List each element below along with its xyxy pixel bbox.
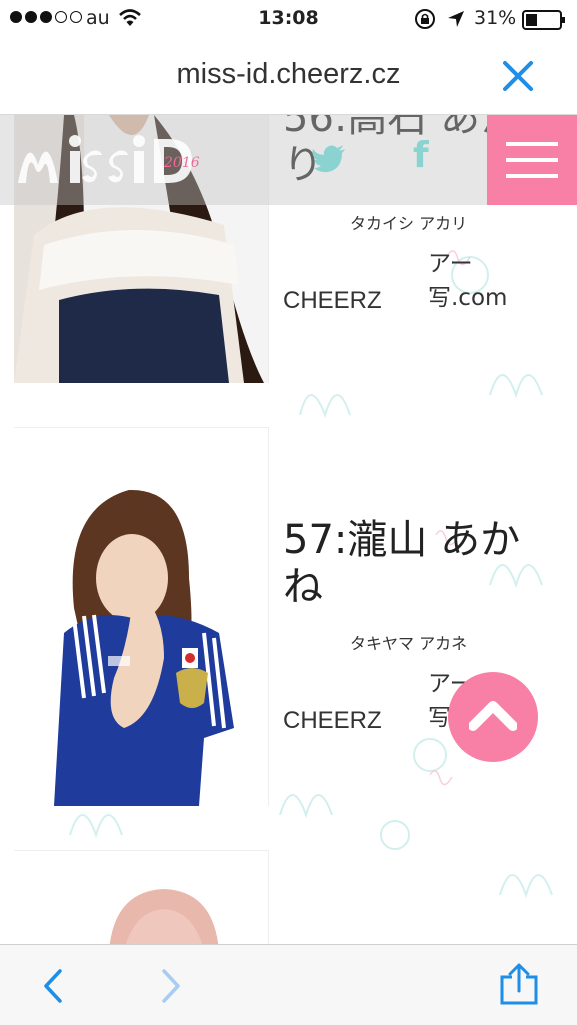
entry-kana: タキヤマ アカネ bbox=[350, 634, 468, 653]
battery-icon bbox=[522, 10, 565, 30]
site-header: 2016 f bbox=[0, 115, 577, 205]
status-bar: au 13:08 31% bbox=[0, 0, 577, 40]
entry-photo[interactable] bbox=[14, 850, 269, 944]
back-to-top-button[interactable] bbox=[448, 672, 538, 762]
url-text[interactable]: miss-id.cheerz.cz bbox=[0, 58, 577, 91]
entry-name: 57:瀧山 あかね bbox=[283, 517, 521, 610]
logo-year: 2016 bbox=[163, 155, 200, 171]
entry-agency: CHEERZ bbox=[283, 707, 382, 734]
hamburger-icon-line bbox=[506, 158, 558, 162]
entry-card[interactable] bbox=[0, 850, 577, 944]
menu-button[interactable] bbox=[487, 115, 577, 205]
address-bar: miss-id.cheerz.cz bbox=[0, 40, 577, 115]
hamburger-icon bbox=[506, 142, 558, 146]
entry-studio: アー写.com bbox=[428, 251, 508, 311]
facebook-icon[interactable]: f bbox=[413, 135, 429, 176]
missid-logo[interactable]: 2016 bbox=[14, 125, 204, 195]
portrait-image bbox=[14, 428, 268, 806]
entry-photo[interactable] bbox=[14, 427, 269, 806]
rotation-lock-icon bbox=[415, 9, 435, 29]
entry-agency: CHEERZ bbox=[283, 287, 382, 314]
chevron-up-icon bbox=[469, 701, 517, 731]
location-icon bbox=[448, 11, 464, 27]
share-icon[interactable] bbox=[498, 963, 540, 1007]
battery-percentage: 31% bbox=[474, 7, 517, 29]
portrait-image bbox=[14, 851, 268, 944]
hamburger-icon-line bbox=[506, 174, 558, 178]
browser-toolbar bbox=[0, 944, 577, 1025]
web-page: 56:高石 あかり タカイシ アカリ CHEERZ アー写.com 57:瀧山 … bbox=[0, 115, 577, 944]
forward-button[interactable] bbox=[156, 967, 184, 1005]
back-button[interactable] bbox=[40, 967, 68, 1005]
twitter-icon[interactable] bbox=[312, 145, 346, 173]
entry-kana: タカイシ アカリ bbox=[350, 214, 468, 233]
close-icon[interactable] bbox=[500, 58, 536, 94]
